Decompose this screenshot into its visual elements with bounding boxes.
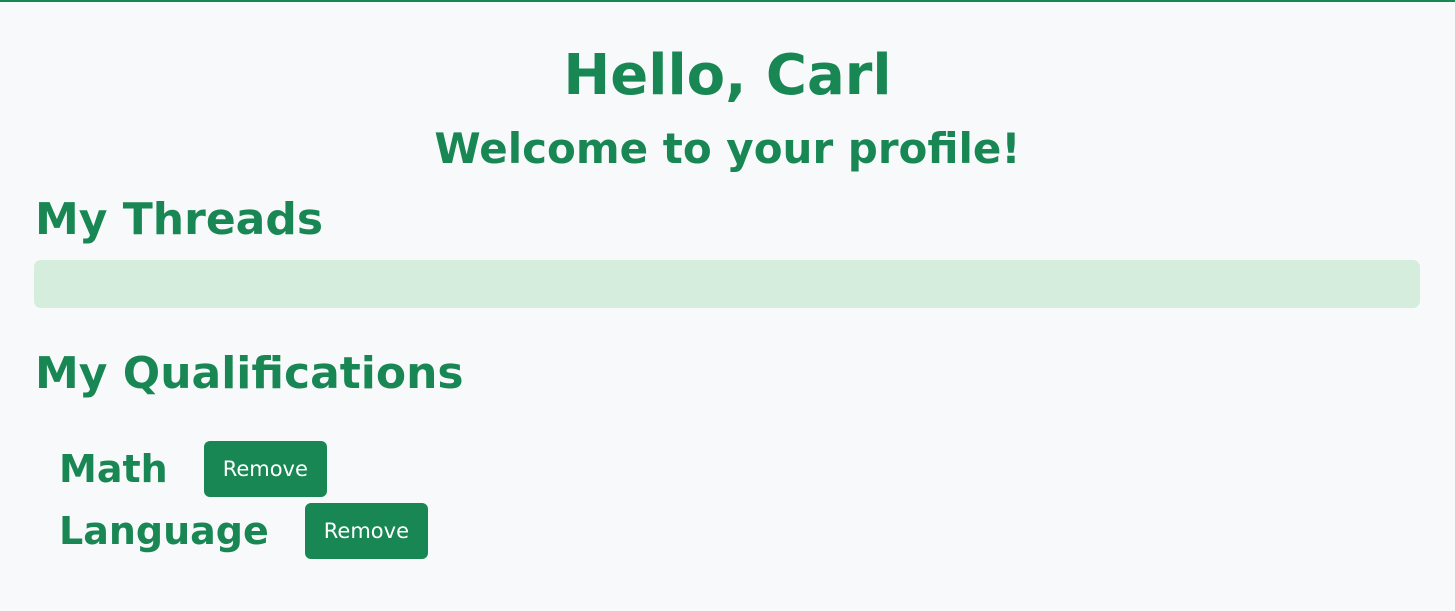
threads-section-title: My Threads <box>35 194 324 245</box>
qualifications-section-title: My Qualifications <box>35 348 464 399</box>
threads-list <box>34 260 1420 308</box>
remove-language-button[interactable]: Remove <box>304 503 429 559</box>
qualification-item-math: Math Remove <box>59 441 327 497</box>
qualification-item-language: Language Remove <box>59 503 429 559</box>
qualification-name: Math <box>59 447 168 491</box>
profile-page: Hello, Carl Welcome to your profile! My … <box>0 0 1455 611</box>
welcome-heading: Welcome to your profile! <box>434 124 1021 173</box>
remove-math-button[interactable]: Remove <box>203 441 327 497</box>
greeting-heading: Hello, Carl <box>563 43 892 108</box>
qualification-name: Language <box>59 509 269 553</box>
